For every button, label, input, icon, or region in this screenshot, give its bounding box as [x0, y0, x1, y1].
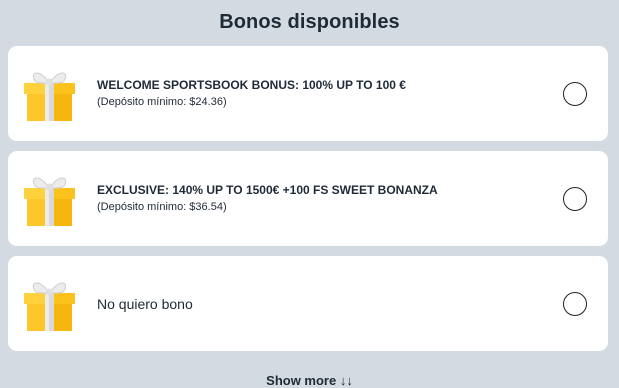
- bonus-min-deposit: (Depósito mínimo: $36.54): [97, 201, 227, 213]
- bonus-option-welcome[interactable]: WELCOME SPORTSBOOK BONUS: 100% UP TO 100…: [8, 46, 608, 141]
- gift-icon: [21, 275, 78, 333]
- no-bonus-label: No quiero bono: [97, 295, 193, 312]
- radio-button[interactable]: [563, 292, 587, 316]
- gift-icon: [21, 65, 78, 123]
- bonus-section-title: Bonos disponibles: [219, 11, 400, 33]
- gift-icon: [21, 170, 78, 228]
- bonus-option-exclusive[interactable]: EXCLUSIVE: 140% UP TO 1500€ +100 FS SWEE…: [8, 151, 608, 246]
- show-more-link[interactable]: Show more ↓↓: [0, 373, 619, 388]
- bonus-title: WELCOME SPORTSBOOK BONUS: 100% UP TO 100…: [97, 78, 406, 92]
- radio-button[interactable]: [563, 82, 587, 106]
- radio-button[interactable]: [563, 187, 587, 211]
- bonus-min-deposit: (Depósito mínimo: $24.36): [97, 96, 227, 108]
- bonus-option-none[interactable]: No quiero bono: [8, 256, 608, 351]
- bonus-title: EXCLUSIVE: 140% UP TO 1500€ +100 FS SWEE…: [97, 183, 438, 197]
